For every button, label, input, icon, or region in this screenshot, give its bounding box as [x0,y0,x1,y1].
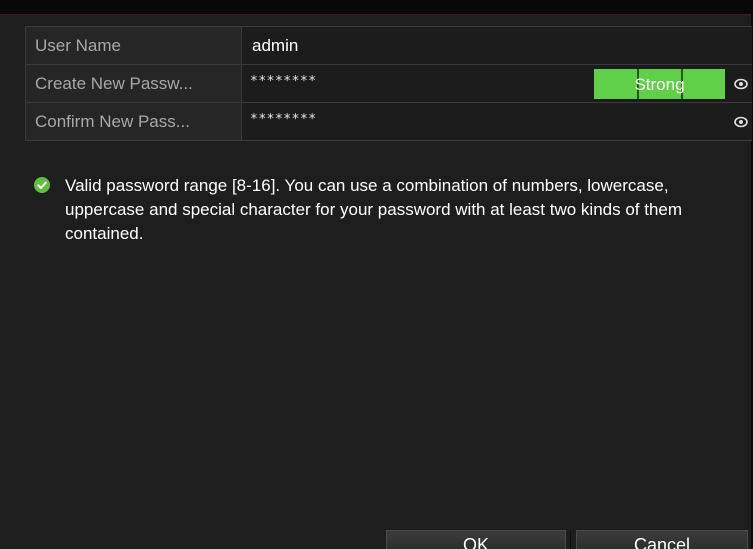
password-strength-label: Strong [634,75,685,94]
confirm-password-field[interactable]: ******** [242,103,752,140]
new-password-value: ******** [250,74,317,89]
confirm-password-label: Confirm New Pass... [26,103,242,140]
user-name-row: User Name admin [25,27,752,65]
password-rule-text: Valid password range [8-16]. You can use… [65,176,683,243]
new-password-label: Create New Passw... [26,65,242,102]
password-form: User Name admin Create New Passw... ****… [25,26,752,141]
new-password-field[interactable]: ******** Strong [242,65,752,102]
new-password-row: Create New Passw... ******** Strong [25,65,752,103]
ok-button[interactable]: OK [386,530,566,549]
user-name-label: User Name [26,27,242,64]
eye-icon[interactable] [734,77,748,91]
user-name-value: admin [252,36,299,55]
check-circle-icon [34,177,50,193]
password-strength-meter: Strong [594,69,725,99]
user-name-field[interactable]: admin [242,27,752,64]
title-bar [0,0,753,15]
button-divider [570,530,571,549]
confirm-password-value: ******** [250,112,317,127]
confirm-password-row: Confirm New Pass... ******** [25,103,752,141]
password-dialog: User Name admin Create New Passw... ****… [0,0,753,549]
eye-icon[interactable] [734,115,748,129]
cancel-button[interactable]: Cancel [576,530,748,549]
